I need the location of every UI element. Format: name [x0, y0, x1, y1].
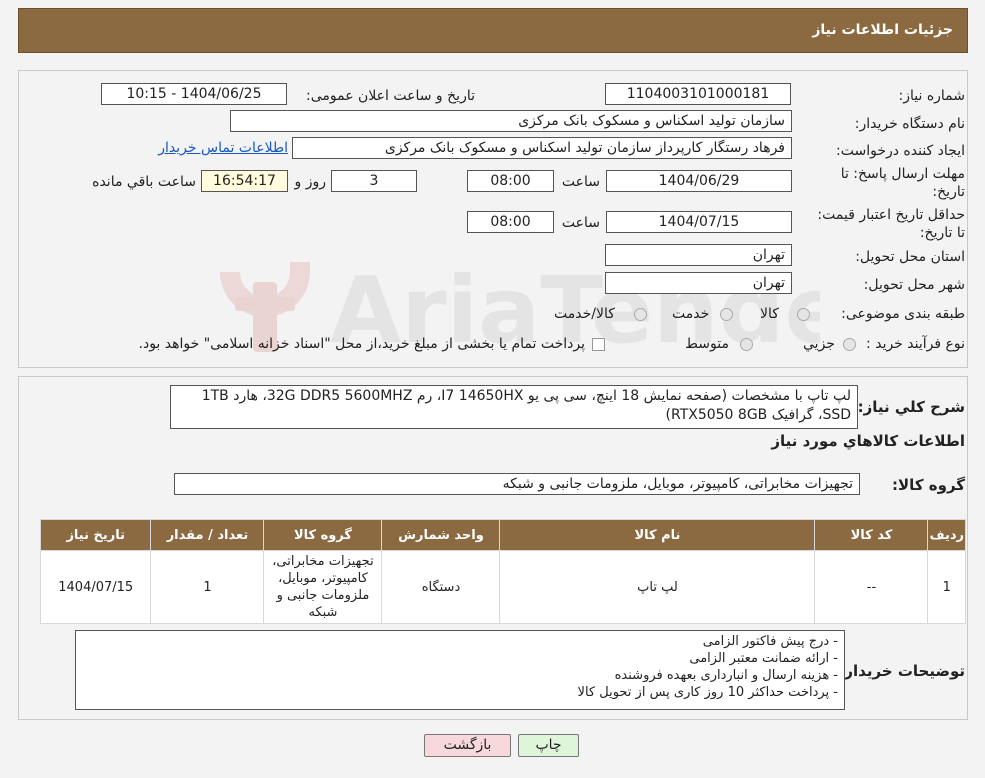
deadline-date-field: 1404/06/29 — [606, 170, 792, 192]
category-radio-goods-service[interactable] — [634, 308, 647, 321]
back-button[interactable]: بازگشت — [424, 734, 511, 757]
category-option-goods-service: کالا/خدمت — [554, 306, 615, 322]
days-field: 3 — [331, 170, 417, 192]
category-radio-service[interactable] — [720, 308, 733, 321]
cell-date: 1404/07/15 — [39, 550, 152, 624]
col-date-header: تاریخ نیاز — [39, 519, 152, 551]
process-option-medium: متوسط — [685, 336, 729, 352]
days-label: روز و — [294, 174, 327, 190]
description-label: شرح کلي نیاز: — [857, 398, 965, 416]
deadline-time-field: 08:00 — [467, 170, 554, 192]
goods-info-title: اطلاعات کالاهاي مورد نیاز — [771, 432, 965, 450]
col-group-header: گروه کالا — [263, 519, 383, 551]
cell-name: لپ تاپ — [499, 550, 816, 624]
remaining-label: ساعت باقي مانده — [92, 174, 196, 190]
deadline-label: مهلت ارسال پاسخ: تا تاریخ: — [840, 166, 965, 200]
announce-label: تاریخ و ساعت اعلان عمومی: — [306, 88, 475, 104]
creator-label: ایجاد کننده درخواست: — [836, 143, 965, 159]
province-label: استان محل تحویل: — [855, 249, 965, 265]
announce-field: 1404/06/25 - 10:15 — [101, 83, 287, 105]
process-label: نوع فرآیند خرید : — [866, 336, 965, 352]
cell-group: تجهیزات مخابراتی، کامپیوتر، موبایل، ملزو… — [263, 550, 383, 624]
buyer-notes-label: توضیحات خریدار: — [838, 662, 965, 680]
buyer-note-line: - هزینه ارسال و انبارداری بعهده فروشنده — [614, 668, 838, 683]
need-number-label: شماره نیاز: — [898, 88, 966, 104]
col-name-header: نام کالا — [499, 519, 816, 551]
buyer-notes-field: - درج پیش فاکتور الزامی - ارائه ضمانت مع… — [75, 630, 845, 710]
remaining-time-field: 16:54:17 — [201, 170, 288, 192]
validity-time-field: 08:00 — [467, 211, 554, 233]
cell-code: -- — [814, 550, 929, 624]
goods-table-wrap: ردیف کد کالا نام کالا واحد شمارش گروه کا… — [39, 519, 966, 624]
table-row: 1 -- لپ تاپ دستگاه تجهیزات مخابراتی، کام… — [39, 550, 966, 624]
buyer-note-line: - ارائه ضمانت معتبر الزامی — [689, 651, 838, 666]
category-option-goods: کالا — [760, 306, 779, 322]
cell-unit: دستگاه — [381, 550, 501, 624]
cell-qty: 1 — [150, 550, 265, 624]
category-label: طبقه بندی موضوعی: — [841, 306, 965, 322]
buyer-note-line: - درج پیش فاکتور الزامی — [702, 634, 838, 649]
process-option-minor: جزیي — [803, 336, 835, 352]
process-radio-minor[interactable] — [843, 338, 856, 351]
goods-group-field: تجهیزات مخابراتی، کامپیوتر، موبایل، ملزو… — [174, 473, 860, 495]
page-title: جزئیات اطلاعات نیاز — [812, 22, 953, 38]
cell-row: 1 — [927, 550, 966, 624]
col-unit-header: واحد شمارش — [381, 519, 501, 551]
process-radio-medium[interactable] — [740, 338, 753, 351]
col-qty-header: تعداد / مقدار — [150, 519, 265, 551]
goods-group-label: گروه کالا: — [892, 476, 965, 494]
treasury-checkbox[interactable] — [592, 338, 605, 351]
validity-time-label: ساعت — [561, 215, 600, 231]
buyer-contact-link[interactable]: اطلاعات تماس خریدار — [158, 140, 288, 156]
city-field: تهران — [605, 272, 792, 294]
print-button[interactable]: چاپ — [518, 734, 579, 757]
process-note: پرداخت تمام یا بخشی از مبلغ خرید،از محل … — [138, 336, 585, 352]
category-radio-goods[interactable] — [797, 308, 810, 321]
creator-field: فرهاد رستگار کارپرداز سازمان تولید اسکنا… — [292, 137, 792, 159]
city-label: شهر محل تحویل: — [863, 277, 965, 293]
goods-table-header: ردیف کد کالا نام کالا واحد شمارش گروه کا… — [39, 519, 966, 551]
validity-date-field: 1404/07/15 — [606, 211, 792, 233]
description-field: لپ تاپ با مشخصات (صفحه نمایش 18 اینچ، سی… — [170, 385, 858, 429]
deadline-time-label: ساعت — [561, 174, 600, 190]
category-option-service: خدمت — [672, 306, 710, 322]
validity-label: حداقل تاریخ اعتبار قیمت: تا تاریخ: — [817, 207, 965, 241]
buyer-note-line: - پرداخت حداکثر 10 روز کاری پس از تحویل … — [577, 685, 838, 700]
col-code-header: کد کالا — [814, 519, 929, 551]
province-field: تهران — [605, 244, 792, 266]
need-number-field: 1104003101000181 — [605, 83, 791, 105]
col-row-header: ردیف — [927, 519, 966, 551]
buyer-org-field: سازمان تولید اسکناس و مسکوک بانک مرکزی — [230, 110, 792, 132]
goods-table: ردیف کد کالا نام کالا واحد شمارش گروه کا… — [39, 519, 966, 624]
buyer-org-label: نام دستگاه خریدار: — [854, 116, 965, 132]
page-header: جزئیات اطلاعات نیاز — [18, 8, 968, 53]
